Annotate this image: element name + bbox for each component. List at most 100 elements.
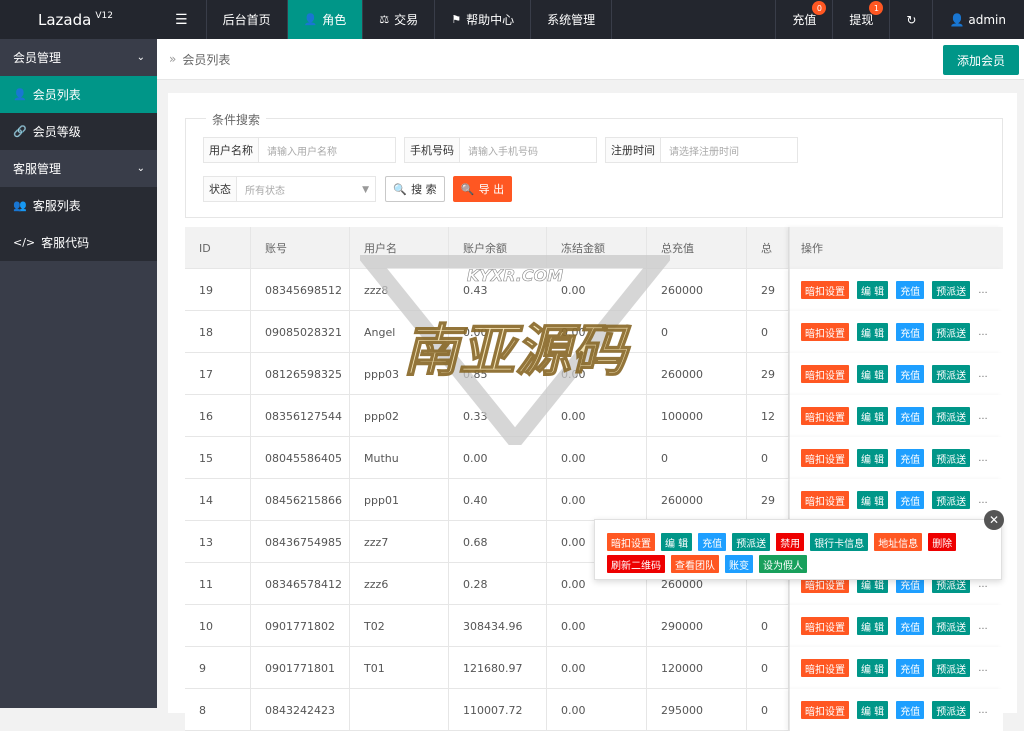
top-nav: ☰ 后台首页 👤 角色 ⚖ 交易 ⚑ 帮助中心 系统管理 [157,0,613,39]
recharge-button[interactable]: 充值 [896,491,925,509]
edit-button[interactable]: 编 辑 [857,323,889,341]
edit-button[interactable]: 编 辑 [857,491,889,509]
close-popup-button[interactable]: ✕ [984,510,1004,530]
popup-action-button[interactable]: 禁用 [776,533,805,551]
dark-deduct-button[interactable]: 暗扣设置 [801,281,849,299]
dark-deduct-button[interactable]: 暗扣设置 [801,323,849,341]
nav-help[interactable]: ⚑ 帮助中心 [435,0,532,39]
table-cell: 260000 [647,269,747,311]
sidebar-group-service[interactable]: 客服管理 ⌄ [0,150,157,187]
recharge-button[interactable]: 充值 [896,281,925,299]
search-button[interactable]: 🔍 搜 索 [385,176,445,202]
table-cell: 100000 [647,395,747,437]
popup-action-button[interactable]: 充值 [698,533,727,551]
add-member-button[interactable]: 添加会员 [942,45,1019,75]
nav-system-label: 系统管理 [547,13,596,27]
status-select[interactable]: 所有状态 [237,177,375,201]
popup-action-button[interactable]: 刷新二维码 [607,555,665,573]
table-row: 15 08045586405 Muthu 0.00 0.00 0 0 暗扣设置编 辑充值 预派送… [185,437,1003,479]
table-cell: 08356127544 [251,395,350,437]
recharge-button[interactable]: 充值 [896,701,925,719]
column-header: 操作 [801,242,823,255]
phone-input[interactable]: 请输入手机号码 [460,138,596,162]
popup-action-button[interactable]: 查看团队 [671,555,719,573]
regtime-input[interactable]: 请选择注册时间 [661,138,797,162]
popup-action-button[interactable]: 银行卡信息 [810,533,869,551]
more-actions-button[interactable]: ... [978,495,988,506]
pre-dispatch-button[interactable]: 预派送 [932,491,971,509]
edit-button[interactable]: 编 辑 [857,407,889,425]
edit-button[interactable]: 编 辑 [857,659,889,677]
dark-deduct-button[interactable]: 暗扣设置 [801,365,849,383]
popup-action-button[interactable]: 删除 [928,533,957,551]
regtime-label: 注册时间 [606,138,661,162]
edit-button[interactable]: 编 辑 [857,701,889,719]
menu-toggle[interactable]: ☰ [157,0,207,39]
popup-action-button[interactable]: 编 辑 [661,533,693,551]
logo-text: Lazada [38,10,92,29]
edit-button[interactable]: 编 辑 [857,365,889,383]
refresh-button[interactable]: ↻ [889,0,932,39]
edit-button[interactable]: 编 辑 [857,617,889,635]
table-cell: 0 [747,689,789,731]
more-actions-button[interactable]: ... [978,663,988,674]
user-menu[interactable]: 👤 admin [932,0,1024,39]
row-actions: 暗扣设置编 辑充值预派送... [789,647,1003,689]
edit-button[interactable]: 编 辑 [857,449,889,467]
popup-action-button[interactable]: 暗扣设置 [607,533,655,551]
dark-deduct-button[interactable]: 暗扣设置 [801,701,849,719]
dark-deduct-button[interactable]: 暗扣设置 [801,617,849,635]
dark-deduct-button[interactable]: 暗扣设置 [801,449,849,467]
nav-system[interactable]: 系统管理 [531,0,613,39]
popup-action-button[interactable]: 预派送 [732,533,771,551]
recharge-link[interactable]: 充值 0 [775,0,832,39]
dark-deduct-button[interactable]: 暗扣设置 [801,491,849,509]
pre-dispatch-button[interactable]: 预派送 [932,701,971,719]
export-button[interactable]: 🔍 导 出 [453,176,512,202]
pre-dispatch-button[interactable]: 预派送 [932,281,971,299]
sidebar-item-member-list[interactable]: 👤 会员列表 [0,76,157,113]
recharge-button[interactable]: 充值 [896,659,925,677]
recharge-button[interactable]: 充值 [896,407,925,425]
more-actions-button[interactable]: ... [978,453,988,464]
popup-action-button[interactable]: 地址信息 [874,533,923,551]
sidebar-item-label: 客服列表 [32,199,81,213]
pre-dispatch-button[interactable]: 预派送 [932,323,971,341]
more-actions-button[interactable]: ... [978,411,988,422]
username-input[interactable]: 请输入用户名称 [259,138,395,162]
dark-deduct-button[interactable]: 暗扣设置 [801,407,849,425]
edit-button[interactable]: 编 辑 [857,281,889,299]
table-cell: 0.00 [547,395,647,437]
sidebar-group-member[interactable]: 会员管理 ⌄ [0,39,157,76]
pre-dispatch-button[interactable]: 预派送 [932,407,971,425]
sidebar-item-member-level[interactable]: 🔗 会员等级 [0,113,157,150]
more-actions-button[interactable]: ... [978,285,988,296]
pre-dispatch-button[interactable]: 预派送 [932,365,971,383]
sidebar-item-service-list[interactable]: 👥 客服列表 [0,187,157,224]
dark-deduct-button[interactable]: 暗扣设置 [801,659,849,677]
more-actions-button[interactable]: ... [978,621,988,632]
pre-dispatch-button[interactable]: 预派送 [932,659,971,677]
more-actions-button[interactable]: ... [978,369,988,380]
recharge-button[interactable]: 充值 [896,617,925,635]
row-actions: 暗扣设置编 辑充值预派送... [789,353,1003,395]
user-icon: 👤 [13,88,27,101]
table-cell: 0 [747,311,789,353]
recharge-button[interactable]: 充值 [896,365,925,383]
recharge-button[interactable]: 充值 [896,449,925,467]
logo[interactable]: Lazada V12 [0,0,157,39]
nav-role[interactable]: 👤 角色 [287,0,364,39]
more-actions-button[interactable]: ... [978,327,988,338]
nav-trade[interactable]: ⚖ 交易 [363,0,436,39]
sidebar: 会员管理 ⌄ 👤 会员列表 🔗 会员等级 客服管理 ⌄ 👥 客服列表 </> 客服代码 [0,39,157,708]
more-actions-button[interactable]: ... [978,705,988,716]
pre-dispatch-button[interactable]: 预派送 [932,449,971,467]
pre-dispatch-button[interactable]: 预派送 [932,617,971,635]
popup-action-button[interactable]: 账变 [725,555,753,573]
recharge-button[interactable]: 充值 [896,323,925,341]
popup-action-button[interactable]: 设为假人 [759,555,807,573]
more-actions-button[interactable]: ... [978,579,988,590]
nav-home[interactable]: 后台首页 [207,0,288,39]
withdraw-link[interactable]: 提现 1 [832,0,889,39]
sidebar-item-service-code[interactable]: </> 客服代码 [0,224,157,261]
